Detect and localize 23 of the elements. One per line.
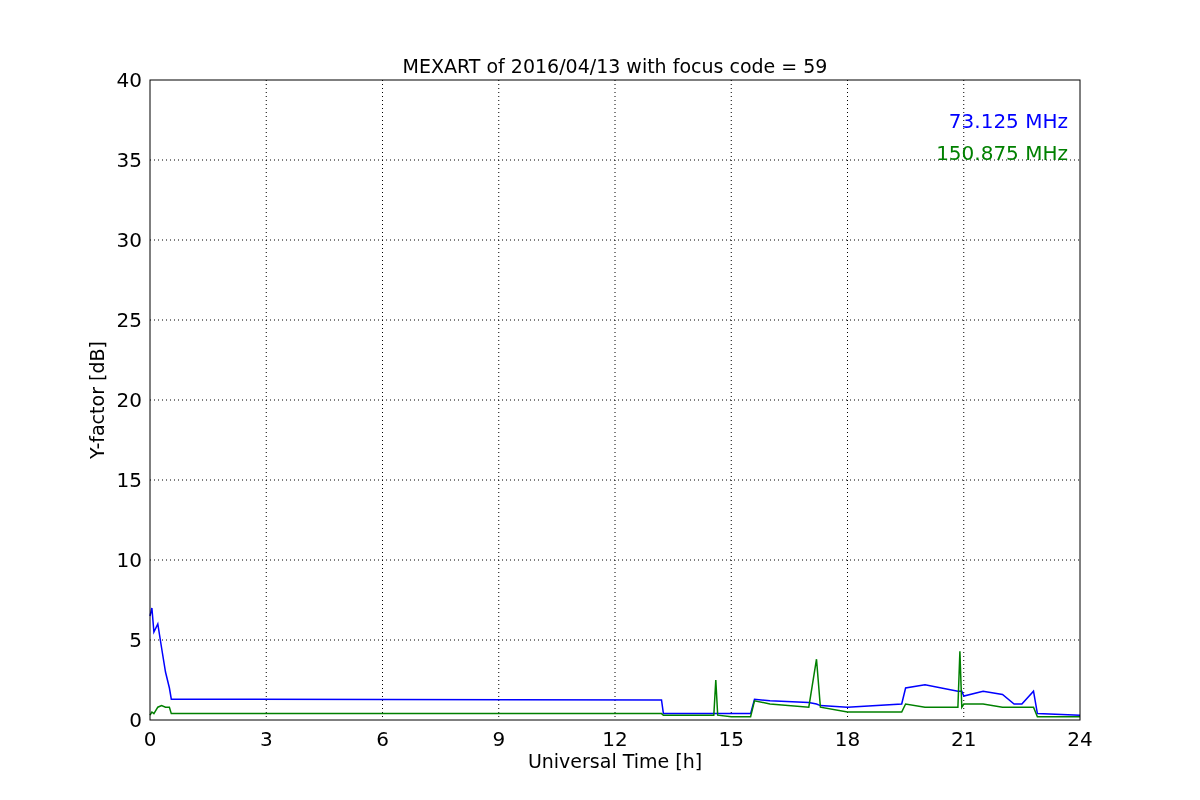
x-tick-label: 15 — [718, 727, 744, 751]
x-tick-label: 3 — [259, 727, 273, 751]
y-tick-label: 30 — [116, 228, 142, 252]
x-axis-label: Universal Time [h] — [527, 750, 703, 772]
y-tick-label: 15 — [116, 468, 142, 492]
y-tick-label: 40 — [116, 68, 142, 92]
chart-title: MEXART of 2016/04/13 with focus code = 59 — [402, 55, 828, 77]
y-tick-label: 0 — [129, 708, 142, 732]
legend-label: 73.125 MHz — [948, 109, 1068, 133]
y-tick-label: 10 — [116, 548, 142, 572]
y-tick-label: 35 — [116, 148, 142, 172]
legend-label: 150.875 MHz — [936, 141, 1068, 165]
x-tick-label: 9 — [492, 727, 506, 751]
x-tick-label: 24 — [1067, 727, 1093, 751]
x-tick-label: 12 — [602, 727, 628, 751]
x-tick-label: 21 — [951, 727, 977, 751]
y-tick-label: 25 — [116, 308, 142, 332]
x-tick-label: 6 — [376, 727, 389, 751]
y-tick-label: 20 — [116, 388, 142, 412]
y-tick-label: 5 — [129, 628, 142, 652]
x-tick-label: 18 — [834, 727, 861, 751]
y-axis-label: Y-factor [dB] — [86, 341, 108, 459]
x-tick-label: 0 — [143, 727, 157, 751]
